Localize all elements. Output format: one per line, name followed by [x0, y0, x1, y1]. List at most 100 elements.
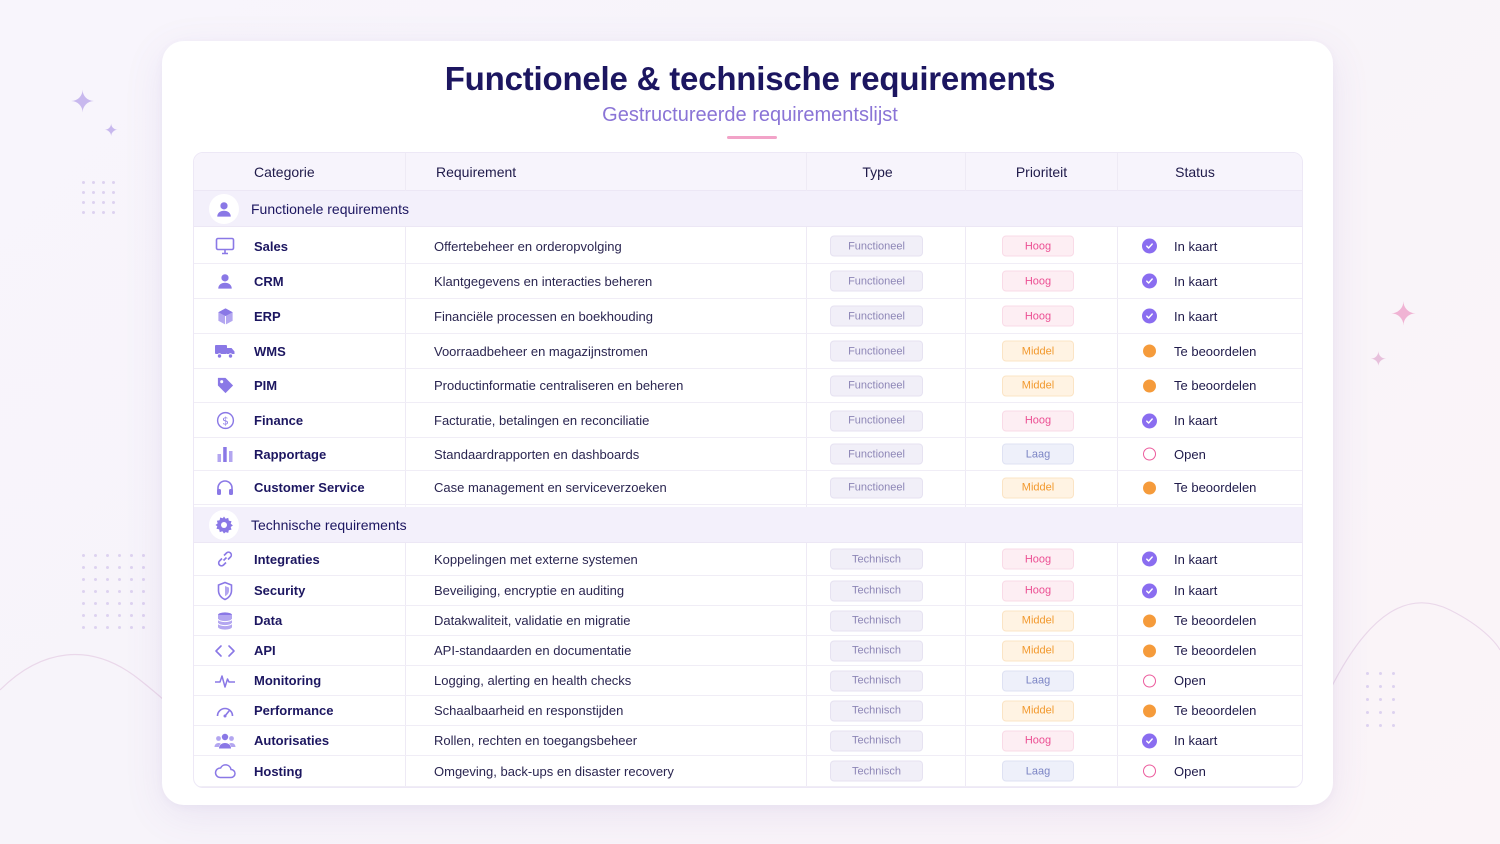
monitor-icon: [214, 229, 236, 263]
category-cell: Integraties: [254, 551, 320, 567]
category-cell: Customer Service: [254, 480, 365, 495]
table-row[interactable]: Integraties Koppelingen met externe syste…: [194, 543, 1302, 576]
wave-decoration: [0, 653, 180, 720]
svg-text:$: $: [222, 415, 229, 427]
priority-badge: Laag: [1002, 760, 1074, 782]
status-dot-icon: [1143, 614, 1156, 627]
table-row[interactable]: Monitoring Logging, alerting en health ch…: [194, 666, 1302, 696]
open-circle-icon: [1143, 447, 1156, 461]
gauge-icon: [214, 696, 236, 725]
type-badge: Functioneel: [830, 477, 923, 498]
status-label: Te beoordelen: [1174, 643, 1257, 658]
dot-grid-decoration: [82, 554, 145, 629]
column-header-categorie[interactable]: Categorie: [254, 153, 315, 191]
column-header-status[interactable]: Status: [1118, 153, 1272, 191]
table-row[interactable]: Data Datakwaliteit, validatie en migratie…: [194, 606, 1302, 636]
section-title: Functionele requirements: [251, 201, 409, 217]
requirement-cell: Productinformatie centraliseren en beher…: [434, 378, 684, 393]
status-dot-icon: [1143, 481, 1156, 494]
status-label: Te beoordelen: [1174, 480, 1257, 495]
requirement-cell: Rollen, rechten en toegangsbeheer: [434, 733, 638, 748]
category-cell: Autorisaties: [254, 733, 330, 748]
column-header-prioriteit[interactable]: Prioriteit: [966, 153, 1117, 191]
user-icon: [209, 194, 239, 224]
category-cell: Sales: [254, 238, 288, 254]
requirement-cell: Financiële processen en boekhouding: [434, 308, 653, 324]
table-row[interactable]: PIM Productinformatie centraliseren en be…: [194, 369, 1302, 403]
type-badge: Technisch: [830, 700, 923, 721]
category-cell: WMS: [254, 343, 286, 359]
priority-badge: Middel: [1002, 340, 1074, 362]
priority-badge: Middel: [1002, 640, 1074, 661]
status-label: In kaart: [1174, 551, 1218, 567]
table-row[interactable]: Rapportage Standaardrapporten en dashboar…: [194, 438, 1302, 471]
pulse-icon: [214, 666, 236, 695]
column-header-type[interactable]: Type: [806, 153, 949, 191]
category-cell: Data: [254, 613, 283, 628]
table-row[interactable]: Performance Schaalbaarheid en responstijd…: [194, 696, 1302, 726]
gear-icon: [209, 510, 239, 540]
priority-badge: Middel: [1002, 610, 1074, 631]
category-cell: Monitoring: [254, 673, 322, 688]
type-badge: Functioneel: [830, 410, 923, 431]
requirement-cell: Voorraadbeheer en magazijnstromen: [434, 343, 648, 359]
type-badge: Functioneel: [830, 443, 923, 465]
status-label: Open: [1174, 763, 1206, 779]
type-badge: Technisch: [830, 730, 923, 751]
type-badge: Functioneel: [830, 375, 923, 396]
truck-icon: [214, 334, 236, 368]
user-icon: [214, 264, 236, 298]
check-circle-icon: [1142, 273, 1157, 289]
column-header-requirement[interactable]: Requirement: [436, 153, 516, 191]
section-header[interactable]: Functionele requirements: [194, 191, 1302, 227]
status-dot-icon: [1143, 344, 1156, 358]
requirement-cell: Case management en serviceverzoeken: [434, 480, 667, 495]
requirement-cell: Facturatie, betalingen en reconciliatie: [434, 413, 650, 428]
priority-badge: Middel: [1002, 477, 1074, 498]
requirement-cell: Datakwaliteit, validatie en migratie: [434, 613, 631, 628]
requirement-cell: Klantgegevens en interacties beheren: [434, 273, 653, 289]
status-label: Te beoordelen: [1174, 703, 1257, 718]
table-row[interactable]: Autorisaties Rollen, rechten en toegangsb…: [194, 726, 1302, 756]
headset-icon: [214, 471, 236, 504]
priority-badge: Hoog: [1002, 410, 1074, 431]
status-label: In kaart: [1174, 273, 1218, 289]
table-row[interactable]: Security Beveiliging, encryptie en auditi…: [194, 576, 1302, 606]
type-badge: Functioneel: [830, 340, 923, 362]
bar-chart-icon: [214, 438, 236, 470]
status-label: Open: [1174, 673, 1206, 688]
priority-badge: Middel: [1002, 375, 1074, 396]
status-dot-icon: [1143, 644, 1156, 657]
table-row[interactable]: Sales Offertebeheer en orderopvolging Func…: [194, 229, 1302, 264]
requirement-cell: Logging, alerting en health checks: [434, 673, 632, 688]
section-header[interactable]: Technische requirements: [194, 507, 1302, 543]
table-row[interactable]: ERP Financiële processen en boekhouding Fu…: [194, 299, 1302, 334]
page-title: Functionele & technische requirements: [444, 60, 1056, 97]
requirements-table: Categorie Requirement Type Prioriteit St…: [193, 152, 1303, 788]
category-cell: CRM: [254, 273, 284, 289]
type-badge: Functioneel: [830, 305, 923, 327]
requirement-cell: Offertebeheer en orderopvolging: [434, 238, 622, 254]
table-row[interactable]: API API-standaarden en documentatie Techni…: [194, 636, 1302, 666]
requirement-cell: API-standaarden en documentatie: [434, 643, 632, 658]
priority-badge: Laag: [1002, 670, 1074, 691]
table-row[interactable]: CRM Klantgegevens en interacties beheren F…: [194, 264, 1302, 299]
type-badge: Technisch: [830, 548, 923, 570]
dollar-icon: $: [214, 404, 236, 437]
category-cell: Finance: [254, 413, 304, 428]
status-label: In kaart: [1174, 583, 1218, 598]
table-row[interactable]: Customer Service Case management en servi…: [194, 471, 1302, 505]
type-badge: Technisch: [830, 610, 923, 631]
open-circle-icon: [1143, 764, 1156, 778]
shield-icon: [214, 576, 236, 605]
status-label: In kaart: [1174, 733, 1218, 748]
type-badge: Technisch: [830, 670, 923, 691]
code-icon: [214, 636, 236, 665]
category-cell: Hosting: [254, 763, 303, 779]
dot-grid-decoration: [82, 181, 115, 214]
table-row[interactable]: WMS Voorraadbeheer en magazijnstromen Func…: [194, 334, 1302, 369]
requirement-cell: Beveiliging, encryptie en auditing: [434, 583, 625, 598]
table-row[interactable]: Hosting Omgeving, back-ups en disaster re…: [194, 756, 1302, 787]
table-row[interactable]: $ Finance Facturatie, betalingen en reconc…: [194, 404, 1302, 438]
requirement-cell: Koppelingen met externe systemen: [434, 551, 638, 567]
